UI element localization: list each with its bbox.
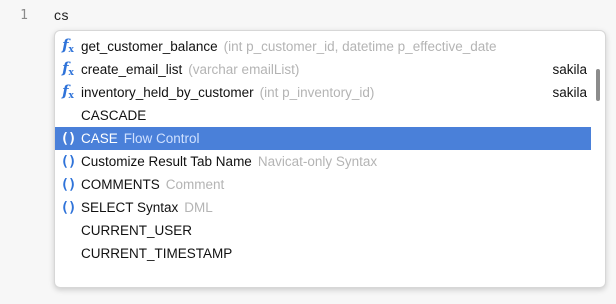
snippet-icon: () (60, 199, 77, 216)
suggestion-item-comments[interactable]: () COMMENTS Comment (55, 173, 591, 196)
suggestion-source: sakila (544, 58, 587, 81)
suggestion-label: COMMENTS (81, 177, 160, 192)
suggestion-detail: Flow Control (123, 131, 200, 146)
suggestion-item-customize-result-tab-name[interactable]: () Customize Result Tab Name Navicat-onl… (55, 150, 591, 173)
suggestion-label: get_customer_balance (81, 39, 218, 54)
suggestion-label: create_email_list (81, 62, 183, 77)
suggestion-item-get-customer-balance[interactable]: fx get_customer_balance (int p_customer_… (55, 35, 591, 58)
suggestion-detail: (int p_inventory_id) (259, 85, 375, 100)
suggestion-item-create-email-list[interactable]: fx create_email_list (varchar emailList)… (55, 58, 591, 81)
suggestion-label: SELECT Syntax (81, 200, 179, 215)
suggestion-item-cascade[interactable]: CASCADE (55, 104, 591, 127)
suggestion-item-case[interactable]: () CASE Flow Control (55, 127, 591, 150)
function-icon: fx (62, 59, 74, 78)
suggestion-detail: (varchar emailList) (188, 62, 300, 77)
function-icon: fx (62, 82, 74, 101)
suggestion-label: Customize Result Tab Name (81, 154, 252, 169)
line-number: 1 (20, 7, 28, 23)
suggestion-label: CURRENT_TIMESTAMP (81, 246, 233, 261)
suggestion-label: CURRENT_USER (81, 223, 193, 238)
snippet-icon: () (60, 153, 77, 170)
snippet-icon: () (60, 176, 77, 193)
suggestion-detail: (int p_customer_id, datetime p_effective… (223, 39, 497, 54)
editor-line-1[interactable]: 1 cs (0, 0, 616, 30)
suggestion-item-current-timestamp[interactable]: CURRENT_TIMESTAMP (55, 242, 591, 265)
suggestion-detail: DML (184, 200, 213, 215)
editor-text[interactable]: cs (54, 7, 69, 23)
suggestion-source: sakila (544, 81, 587, 104)
suggestion-detail: Navicat-only Syntax (257, 154, 378, 169)
suggestion-label: CASE (81, 131, 118, 146)
function-icon: fx (62, 36, 74, 55)
suggestion-label: inventory_held_by_customer (81, 85, 254, 100)
suggestion-item-select-syntax[interactable]: () SELECT Syntax DML (55, 196, 591, 219)
snippet-icon: () (60, 130, 77, 147)
scrollbar-thumb[interactable] (596, 69, 600, 101)
suggestion-detail: Comment (165, 177, 225, 192)
suggestion-item-inventory-held-by-customer[interactable]: fx inventory_held_by_customer (int p_inv… (55, 81, 591, 104)
suggestion-label: CASCADE (81, 108, 147, 123)
suggestion-list: fx get_customer_balance (int p_customer_… (55, 35, 591, 265)
suggestion-item-current-user[interactable]: CURRENT_USER (55, 219, 591, 242)
autocomplete-popup[interactable]: fx get_customer_balance (int p_customer_… (54, 30, 606, 288)
